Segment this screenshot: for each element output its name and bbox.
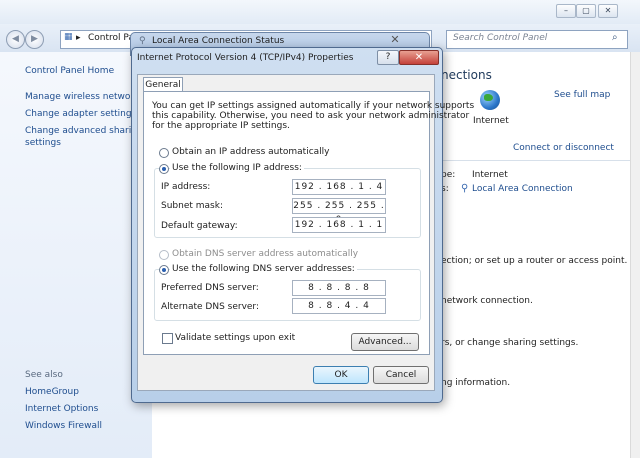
use-ip-manual-label[interactable]: Use the following IP address: bbox=[170, 163, 304, 173]
homegroup-link[interactable]: HomeGroup bbox=[25, 387, 79, 397]
control-panel-icon: ▦ bbox=[64, 32, 73, 42]
internet-globe-icon bbox=[480, 90, 500, 110]
subnet-mask-label: Subnet mask: bbox=[161, 201, 223, 211]
intro-text-1: You can get IP settings assigned automat… bbox=[152, 101, 475, 111]
connect-disconnect-link[interactable]: Connect or disconnect bbox=[513, 143, 614, 153]
see-also-heading: See also bbox=[25, 370, 63, 380]
access-type-label: pe: bbox=[441, 170, 456, 180]
scrollbar[interactable] bbox=[630, 52, 640, 458]
back-icon[interactable]: ◀ bbox=[6, 30, 25, 49]
intro-text-2: this capability. Otherwise, you need to … bbox=[152, 111, 470, 121]
network-adapter-icon: ⚲ bbox=[461, 183, 469, 194]
use-dns-manual-radio[interactable] bbox=[159, 265, 169, 275]
dialog-close-button[interactable]: ✕ bbox=[399, 50, 439, 65]
internet-options-link[interactable]: Internet Options bbox=[25, 404, 98, 414]
change-advanced-sharing-link-cont[interactable]: settings bbox=[25, 138, 61, 148]
preferred-dns-label: Preferred DNS server: bbox=[161, 283, 259, 293]
access-type-value: Internet bbox=[472, 170, 508, 180]
default-gateway-label: Default gateway: bbox=[161, 221, 238, 231]
manage-wireless-link[interactable]: Manage wireless networks bbox=[25, 92, 144, 102]
windows-firewall-link[interactable]: Windows Firewall bbox=[25, 421, 102, 431]
alternate-dns-field[interactable]: 8 . 8 . 4 . 4 bbox=[292, 298, 386, 314]
see-full-map-link[interactable]: See full map bbox=[554, 90, 610, 100]
change-adapter-link[interactable]: Change adapter settings bbox=[25, 109, 136, 119]
lac-status-title: Local Area Connection Status bbox=[152, 36, 285, 46]
tab-general[interactable]: General bbox=[143, 77, 183, 92]
ok-button[interactable]: OK bbox=[313, 366, 369, 384]
subnet-mask-field[interactable]: 255 . 255 . 255 . 0 bbox=[292, 198, 386, 225]
control-panel-home-link[interactable]: Control Panel Home bbox=[25, 66, 114, 76]
lac-close-icon[interactable]: ✕ bbox=[381, 33, 409, 47]
search-icon[interactable]: ⌕ bbox=[612, 32, 618, 43]
obtain-dns-auto-radio[interactable] bbox=[159, 250, 169, 260]
task-text-3: rs, or change sharing settings. bbox=[441, 338, 579, 348]
change-advanced-sharing-link[interactable]: Change advanced sharing bbox=[25, 126, 143, 136]
internet-label: Internet bbox=[473, 116, 509, 126]
maximize-button[interactable]: ▢ bbox=[576, 4, 596, 18]
advanced-button[interactable]: Advanced... bbox=[351, 333, 419, 351]
close-button[interactable]: ✕ bbox=[598, 4, 618, 18]
validate-settings-label[interactable]: Validate settings upon exit bbox=[175, 333, 295, 343]
dialog-title: Internet Protocol Version 4 (TCP/IPv4) P… bbox=[137, 53, 354, 63]
ip-address-field[interactable]: 192 . 168 . 1 . 4 bbox=[292, 179, 386, 195]
validate-settings-checkbox[interactable] bbox=[162, 333, 173, 344]
task-text-1: ection; or set up a router or access poi… bbox=[441, 256, 628, 266]
use-ip-manual-radio[interactable] bbox=[159, 164, 169, 174]
divider bbox=[441, 160, 630, 161]
forward-icon[interactable]: ▶ bbox=[25, 30, 44, 49]
obtain-dns-auto-label[interactable]: Obtain DNS server address automatically bbox=[172, 249, 358, 259]
search-placeholder: Search Control Panel bbox=[453, 33, 548, 43]
alternate-dns-label: Alternate DNS server: bbox=[161, 302, 260, 312]
ip-address-label: IP address: bbox=[161, 182, 211, 192]
control-panel-titlebar bbox=[0, 0, 640, 24]
obtain-ip-auto-label[interactable]: Obtain an IP address automatically bbox=[172, 147, 330, 157]
network-icon: ⚲ bbox=[139, 36, 146, 46]
preferred-dns-field[interactable]: 8 . 8 . 8 . 8 bbox=[292, 280, 386, 296]
use-dns-manual-label[interactable]: Use the following DNS server addresses: bbox=[170, 264, 357, 274]
page-heading: nections bbox=[441, 68, 492, 82]
task-text-4: ng information. bbox=[441, 378, 511, 388]
default-gateway-field[interactable]: 192 . 168 . 1 . 1 bbox=[292, 217, 386, 233]
address-arrow-icon[interactable]: ▸ bbox=[76, 33, 81, 43]
cancel-button[interactable]: Cancel bbox=[373, 366, 429, 384]
minimize-button[interactable]: – bbox=[556, 4, 576, 18]
task-text-2: network connection. bbox=[441, 296, 533, 306]
obtain-ip-auto-radio[interactable] bbox=[159, 148, 169, 158]
intro-text-3: for the appropriate IP settings. bbox=[152, 121, 290, 131]
dialog-help-button[interactable]: ? bbox=[377, 50, 399, 65]
local-area-connection-link[interactable]: Local Area Connection bbox=[472, 184, 573, 194]
